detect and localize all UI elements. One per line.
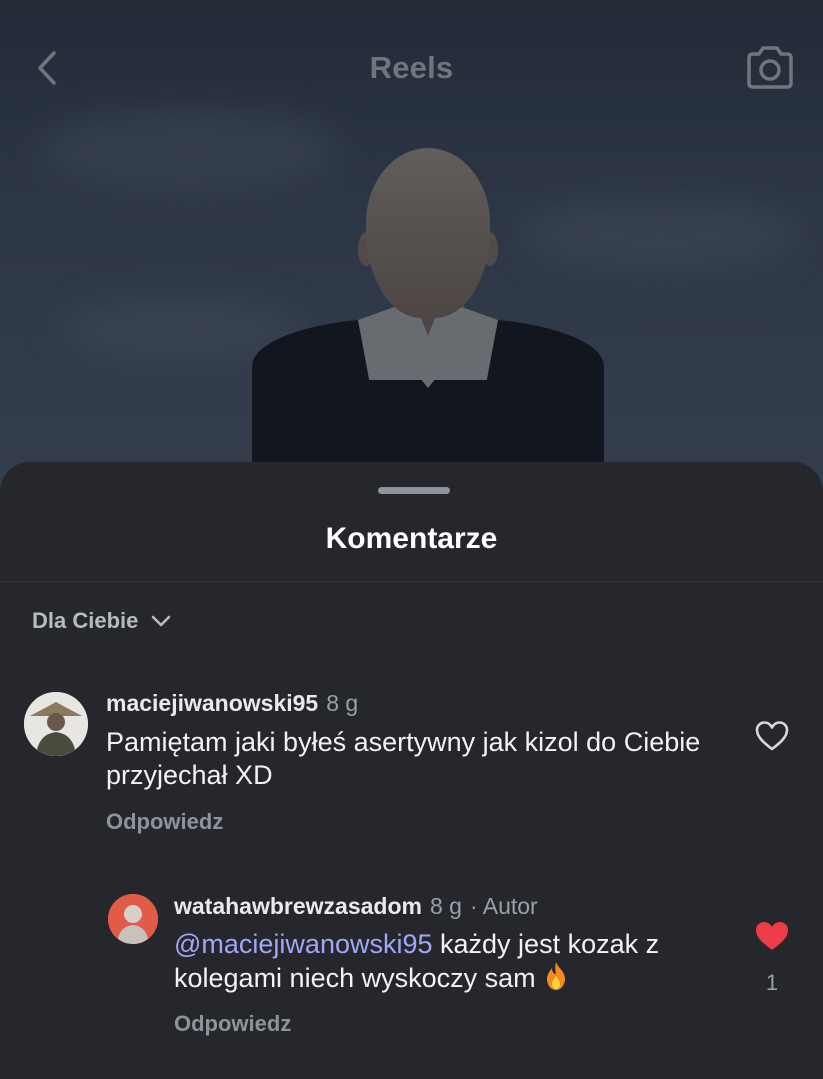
comment-header: watahawbrewzasadom 8 g · Autor xyxy=(174,893,538,920)
reels-comments-screen: Reels Komentarze Dla Ciebie maciejiwanow… xyxy=(0,0,823,1079)
avatar-image xyxy=(24,692,88,756)
mention-link[interactable]: @maciejiwanowski95 xyxy=(174,929,433,959)
comment-time: 8 g xyxy=(429,893,462,919)
camera-icon[interactable] xyxy=(744,42,796,94)
comment-username[interactable]: maciejiwanowski95 xyxy=(106,690,318,717)
avatar-image xyxy=(108,894,158,944)
comment-time: 8 g xyxy=(326,690,359,716)
avatar[interactable] xyxy=(24,692,88,756)
sheet-grabber[interactable] xyxy=(378,487,450,494)
author-badge: · Autor xyxy=(469,893,538,919)
page-title: Reels xyxy=(369,50,454,85)
comment-text: @maciejiwanowski95 każdy jest kozak z ko… xyxy=(174,928,734,995)
top-bar: Reels xyxy=(0,30,823,106)
comment-text: Pamiętam jaki byłeś asertywny jak kizol … xyxy=(106,727,701,790)
reply-button[interactable]: Odpowiedz xyxy=(106,809,223,835)
sort-dropdown[interactable]: Dla Ciebie xyxy=(32,608,172,634)
chevron-left-icon[interactable] xyxy=(28,48,68,88)
like-count: 1 xyxy=(765,970,779,995)
sheet-title: Komentarze xyxy=(325,522,498,555)
fire-icon xyxy=(547,962,566,990)
comment-header: maciejiwanowski95 8 g xyxy=(106,690,358,717)
chevron-down-icon xyxy=(152,615,171,627)
heart-outline-icon[interactable] xyxy=(754,720,790,752)
comments-sheet: Komentarze Dla Ciebie maciejiwanowski95 … xyxy=(0,462,823,1079)
avatar[interactable] xyxy=(108,894,158,944)
heart-filled-icon[interactable] xyxy=(754,920,790,952)
comment-username[interactable]: watahawbrewzasadom xyxy=(174,893,422,920)
sort-label: Dla Ciebie xyxy=(32,608,139,633)
divider xyxy=(0,581,823,582)
reply-button[interactable]: Odpowiedz xyxy=(174,1011,291,1037)
